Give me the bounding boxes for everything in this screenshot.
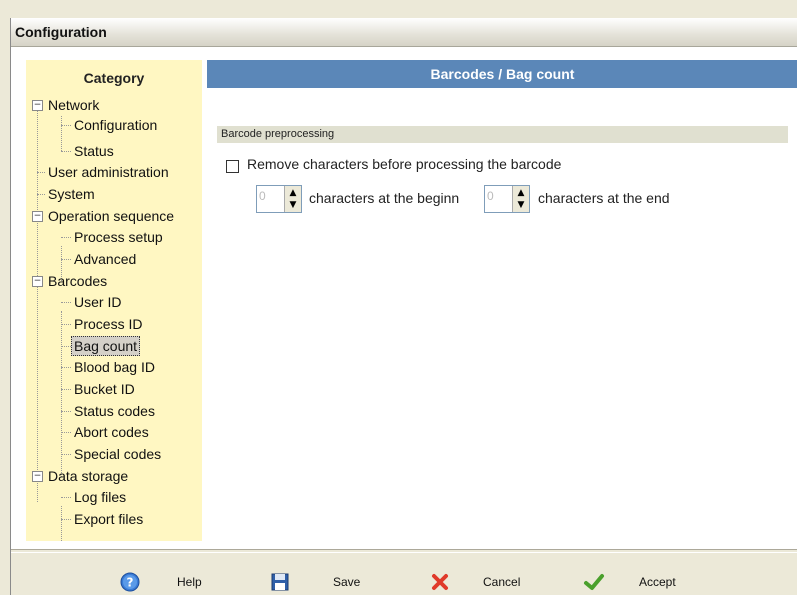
configuration-window: Configuration Category − Network Configu… bbox=[10, 18, 797, 595]
collapse-toggle-icon[interactable]: − bbox=[32, 100, 43, 111]
spin-down-icon[interactable]: ▼ bbox=[285, 199, 301, 211]
tree-connector bbox=[61, 259, 71, 260]
tree-connector bbox=[61, 125, 71, 126]
tree-connector bbox=[61, 324, 71, 325]
tree-item-operation-sequence[interactable]: Operation sequence bbox=[48, 207, 174, 225]
tree-item-network[interactable]: Network bbox=[48, 96, 99, 114]
tree-item-abort-codes[interactable]: Abort codes bbox=[74, 423, 149, 441]
footer-separator bbox=[11, 549, 797, 553]
tree-line bbox=[37, 108, 38, 502]
help-label: Help bbox=[177, 575, 202, 589]
end-characters-spinner[interactable]: 0 ▲ ▼ bbox=[484, 185, 530, 213]
remove-characters-label[interactable]: Remove characters before processing the … bbox=[247, 156, 561, 172]
panel-header: Barcodes / Bag count bbox=[207, 60, 797, 88]
save-button[interactable]: Save bbox=[269, 571, 369, 595]
begin-characters-value[interactable]: 0 bbox=[259, 189, 266, 203]
category-sidebar: Category − Network Configuration Status … bbox=[26, 60, 202, 541]
begin-characters-label: characters at the beginn bbox=[309, 190, 460, 206]
tree-item-blood-bag-id[interactable]: Blood bag ID bbox=[74, 358, 155, 376]
tree-item-system[interactable]: System bbox=[48, 185, 95, 203]
tree-line bbox=[61, 506, 62, 541]
green-check-icon bbox=[584, 574, 604, 590]
svg-text:?: ? bbox=[127, 576, 134, 590]
cancel-label: Cancel bbox=[483, 575, 521, 589]
title-bar[interactable]: Configuration bbox=[11, 18, 797, 47]
tree-item-user-id[interactable]: User ID bbox=[74, 293, 121, 311]
save-label: Save bbox=[333, 575, 361, 589]
collapse-toggle-icon[interactable]: − bbox=[32, 211, 43, 222]
tree-connector bbox=[61, 389, 71, 390]
tree-item-user-administration[interactable]: User administration bbox=[48, 163, 169, 181]
category-title: Category bbox=[83, 70, 145, 86]
tree-connector bbox=[37, 172, 45, 173]
content-area: Category − Network Configuration Status … bbox=[11, 47, 797, 549]
accept-label: Accept bbox=[639, 575, 676, 589]
tree-item-data-storage[interactable]: Data storage bbox=[48, 467, 128, 485]
tree-item-barcodes[interactable]: Barcodes bbox=[48, 272, 107, 290]
spin-up-icon[interactable]: ▲ bbox=[513, 187, 529, 199]
tree-item-configuration[interactable]: Configuration bbox=[74, 116, 157, 134]
tree-line bbox=[61, 311, 62, 477]
tree-line bbox=[61, 116, 62, 151]
tree-connector bbox=[61, 497, 71, 498]
help-circle-icon: ? bbox=[120, 572, 140, 592]
tree-connector bbox=[61, 237, 71, 238]
end-characters-value[interactable]: 0 bbox=[487, 189, 494, 203]
collapse-toggle-icon[interactable]: − bbox=[32, 276, 43, 287]
tree-connector bbox=[61, 519, 71, 520]
tree-connector bbox=[61, 302, 71, 303]
end-characters-label: characters at the end bbox=[538, 190, 670, 206]
window-title: Configuration bbox=[15, 24, 107, 40]
tree-item-advanced[interactable]: Advanced bbox=[74, 250, 136, 268]
remove-characters-checkbox[interactable] bbox=[226, 160, 239, 173]
tree-connector bbox=[61, 432, 71, 433]
tree-item-process-id[interactable]: Process ID bbox=[74, 315, 142, 333]
cancel-button[interactable]: Cancel bbox=[429, 571, 539, 595]
spin-down-icon[interactable]: ▼ bbox=[513, 199, 529, 211]
tree-connector bbox=[61, 151, 71, 152]
tree-item-log-files[interactable]: Log files bbox=[74, 488, 126, 506]
tree-item-bag-count[interactable]: Bag count bbox=[71, 336, 141, 356]
group-label-barcode-preprocessing: Barcode preprocessing bbox=[217, 126, 788, 143]
tree-connector bbox=[37, 194, 45, 195]
collapse-toggle-icon[interactable]: − bbox=[32, 471, 43, 482]
tree-connector bbox=[61, 346, 71, 347]
panel-title: Barcodes / Bag count bbox=[430, 66, 575, 82]
spinner-buttons: ▲ ▼ bbox=[284, 186, 301, 212]
spin-up-icon[interactable]: ▲ bbox=[285, 187, 301, 199]
floppy-disk-icon bbox=[271, 573, 289, 591]
tree-item-export-files[interactable]: Export files bbox=[74, 510, 143, 528]
tree-connector bbox=[61, 411, 71, 412]
tree-connector bbox=[61, 367, 71, 368]
tree-item-bucket-id[interactable]: Bucket ID bbox=[74, 380, 135, 398]
help-button[interactable]: ? Help bbox=[119, 571, 209, 595]
tree-item-status[interactable]: Status bbox=[74, 142, 114, 160]
tree-item-process-setup[interactable]: Process setup bbox=[74, 228, 163, 246]
tree-item-special-codes[interactable]: Special codes bbox=[74, 445, 161, 463]
begin-characters-spinner[interactable]: 0 ▲ ▼ bbox=[256, 185, 302, 213]
tree-item-status-codes[interactable]: Status codes bbox=[74, 402, 155, 420]
red-x-icon bbox=[432, 574, 448, 590]
spinner-buttons: ▲ ▼ bbox=[512, 186, 529, 212]
accept-button[interactable]: Accept bbox=[583, 571, 703, 595]
tree-connector bbox=[61, 454, 71, 455]
